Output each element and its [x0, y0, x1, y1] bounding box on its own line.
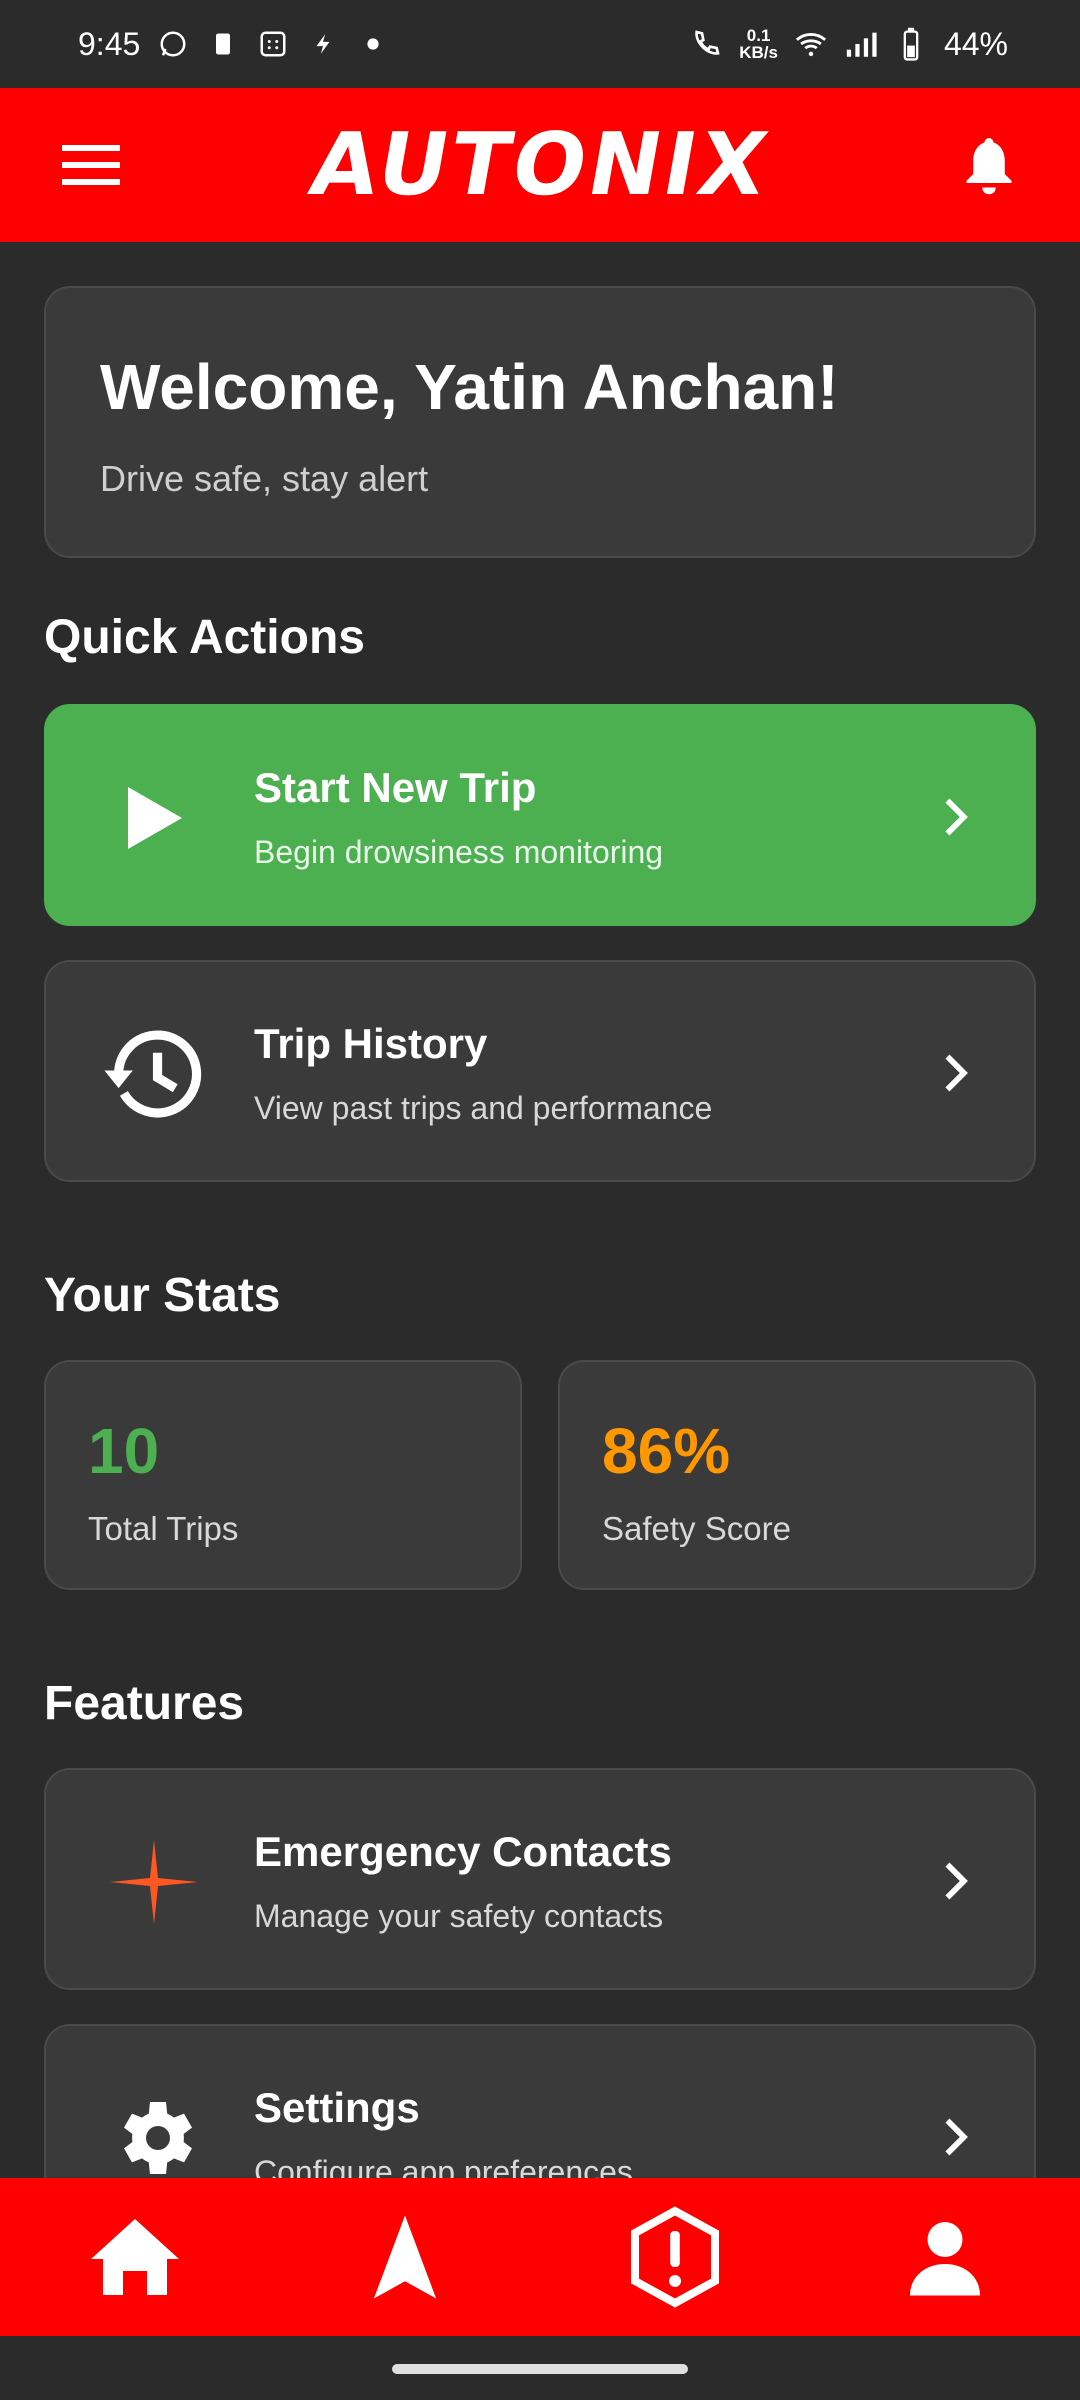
action-subtitle: Manage your safety contacts: [254, 1898, 664, 1934]
nav-profile[interactable]: [885, 2197, 1005, 2317]
bottom-navigation: [0, 2178, 1080, 2336]
action-title: Emergency Contacts: [254, 1828, 672, 1875]
action-title: Start New Trip: [254, 764, 537, 811]
features-heading: Features: [44, 1677, 245, 1730]
dot-icon: [356, 27, 390, 61]
play-icon: [102, 766, 206, 870]
app-bar: AUTONIX: [0, 88, 1080, 242]
trip-history-button[interactable]: Trip History View past trips and perform…: [44, 960, 1036, 1182]
stat-label: Safety Score: [602, 1510, 791, 1547]
app-logo: AUTONIX: [302, 115, 778, 215]
device-icon: [206, 27, 240, 61]
clock: 9:45: [78, 25, 141, 62]
net-speed-value: 0.1: [746, 26, 771, 45]
navigation-icon: [373, 2215, 437, 2299]
nav-trip[interactable]: [345, 2197, 465, 2317]
stat-total-trips: 10 Total Trips: [44, 1360, 522, 1590]
welcome-title: Welcome, Yatin Anchan!: [100, 351, 839, 423]
stat-safety-score: 86% Safety Score: [558, 1360, 1036, 1590]
net-speed: 0.1 KB/s: [739, 27, 778, 61]
gear-icon: [102, 2086, 206, 2178]
action-title: Settings: [254, 2084, 420, 2131]
chevron-right-icon: [945, 1862, 968, 1900]
welcome-card: Welcome, Yatin Anchan! Drive safe, stay …: [44, 286, 1036, 558]
settings-button[interactable]: Settings Configure app preferences: [44, 2024, 1036, 2178]
action-title: Trip History: [254, 1020, 488, 1067]
calculator-icon: [256, 27, 290, 61]
net-speed-unit: KB/s: [739, 43, 778, 62]
bell-icon: [966, 138, 1012, 195]
stats-heading: Your Stats: [44, 1269, 281, 1322]
signal-icon: [844, 27, 878, 61]
bolt-icon: [306, 27, 340, 61]
status-bar: 9:45 0.1 KB/s 44%: [0, 0, 1080, 88]
menu-icon: [62, 145, 120, 185]
battery-icon: [894, 27, 928, 61]
action-subtitle: Begin drowsiness monitoring: [254, 834, 664, 870]
status-left: 9:45: [78, 26, 390, 63]
alert-icon: [631, 2206, 719, 2308]
person-icon: [910, 2222, 980, 2296]
quick-actions-heading: Quick Actions: [44, 611, 365, 664]
status-right: 0.1 KB/s 44%: [689, 26, 1008, 63]
gesture-bar[interactable]: [392, 2364, 688, 2374]
welcome-subtitle: Drive safe, stay alert: [100, 458, 429, 499]
stat-value: 10: [88, 1415, 160, 1487]
whatsapp-icon: [156, 27, 190, 61]
emergency-contacts-button[interactable]: Emergency Contacts Manage your safety co…: [44, 1768, 1036, 1990]
stat-label: Total Trips: [88, 1510, 239, 1547]
history-icon: [102, 1022, 206, 1126]
chevron-right-icon: [945, 798, 968, 836]
start-new-trip-button[interactable]: Start New Trip Begin drowsiness monitori…: [44, 704, 1036, 926]
wifi-icon: [794, 27, 828, 61]
home-icon: [91, 2219, 179, 2295]
main-content[interactable]: Welcome, Yatin Anchan! Drive safe, stay …: [0, 242, 1080, 2178]
nav-alerts[interactable]: [615, 2197, 735, 2317]
action-subtitle: View past trips and performance: [254, 1090, 713, 1126]
sparkle-icon: [102, 1830, 206, 1934]
chevron-right-icon: [945, 1054, 968, 1092]
stat-value: 86%: [602, 1415, 731, 1487]
notification-button[interactable]: [958, 130, 1020, 200]
nav-home[interactable]: [75, 2197, 195, 2317]
chevron-right-icon: [945, 2118, 968, 2156]
battery-percent: 44%: [943, 25, 1008, 62]
action-subtitle: Configure app preferences: [254, 2154, 633, 2178]
call-icon: [689, 27, 723, 61]
menu-button[interactable]: [60, 134, 122, 196]
